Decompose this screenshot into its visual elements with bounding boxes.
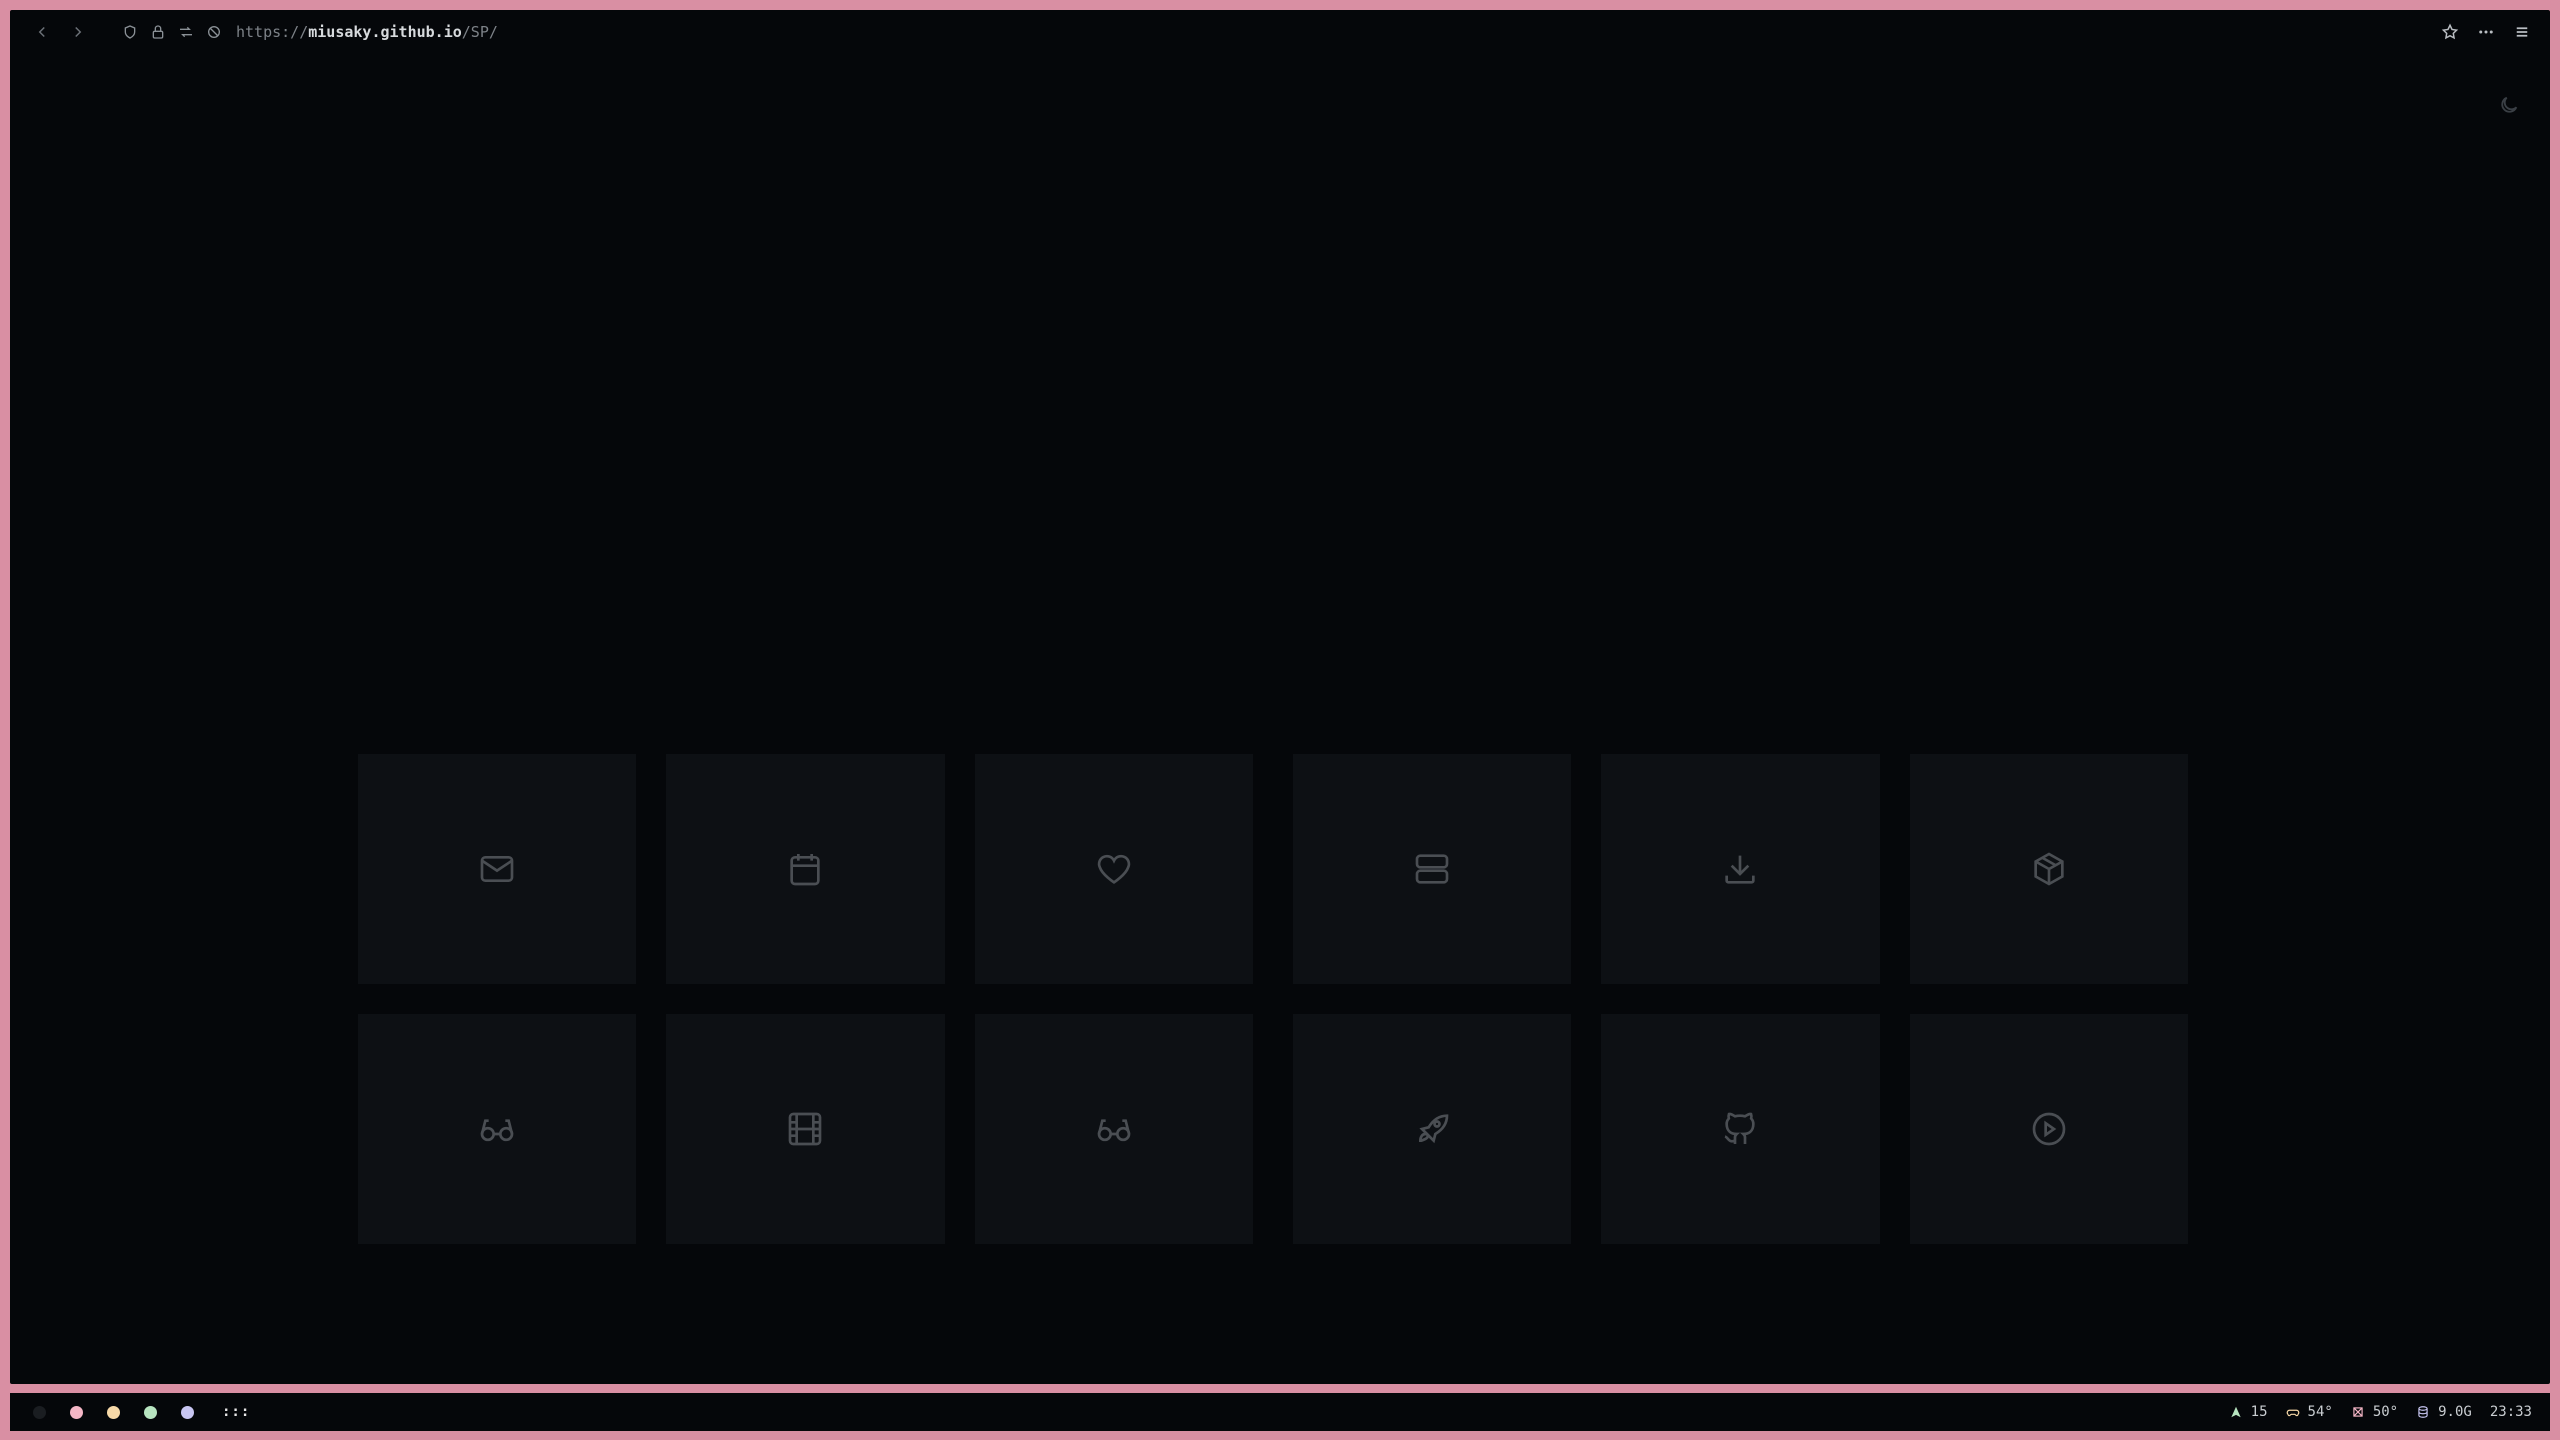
tile-play[interactable] [1909, 1014, 2188, 1244]
back-icon [38, 26, 45, 38]
star-icon [2441, 23, 2459, 40]
url-bar[interactable]: https://miusaky.github.io/SP/ [236, 23, 498, 41]
updates-count: 15 [2250, 1404, 2268, 1420]
server-icon [1415, 854, 1449, 884]
glasses-icon [1097, 1119, 1131, 1142]
workspace-indicators [18, 1405, 194, 1419]
updates-indicator[interactable]: 15 [2229, 1404, 2268, 1420]
play-circle-icon [2032, 1112, 2066, 1146]
more-button[interactable] [2468, 17, 2504, 47]
url-scheme: https:// [236, 23, 309, 41]
more-icon [2479, 30, 2493, 34]
nav-buttons [24, 17, 96, 47]
gpu-temp-indicator: 50° [2351, 1404, 2398, 1420]
permissions-icon[interactable] [178, 24, 194, 40]
workspace-dot[interactable] [181, 1405, 194, 1419]
package-icon [2034, 852, 2064, 886]
forward-icon [75, 26, 82, 38]
url-host: miusaky.github.io [308, 23, 462, 41]
mail-icon [480, 856, 514, 882]
rocket-icon [1419, 1114, 1449, 1144]
github-icon [1724, 1112, 1756, 1144]
glasses-icon [480, 1119, 514, 1142]
toolbar-right [2432, 17, 2540, 47]
forward-button[interactable] [60, 17, 96, 47]
status-right: 15 54° 50° 9.0G 23:33 [2229, 1393, 2532, 1431]
clock[interactable]: 23:33 [2490, 1404, 2532, 1420]
heart-icon [1097, 854, 1130, 884]
tile-glasses[interactable] [974, 1014, 1253, 1244]
workspace-dot[interactable] [107, 1405, 120, 1419]
tracking-icon[interactable] [206, 24, 222, 40]
back-button[interactable] [24, 17, 60, 47]
tile-row [358, 754, 2218, 984]
tile-package[interactable] [1909, 754, 2188, 984]
clock-time: 23:33 [2489, 1404, 2532, 1420]
gpu-temp-value: 50° [2372, 1404, 2399, 1420]
gamepad-icon [2286, 1409, 2299, 1417]
tile-rocket[interactable] [1292, 1014, 1572, 1244]
moon-icon [2501, 96, 2518, 113]
url-path: /SP/ [461, 23, 498, 41]
tile-glasses[interactable] [358, 1014, 637, 1244]
cpu-temp-value: 54° [2307, 1404, 2333, 1420]
tile-github[interactable] [1601, 1014, 1880, 1244]
tile-heart[interactable] [974, 754, 1253, 984]
shield-icon[interactable] [122, 24, 138, 40]
download-icon [1725, 855, 1756, 884]
workspace-dot[interactable] [70, 1405, 83, 1419]
bookmark-button[interactable] [2432, 17, 2468, 47]
workspace-dot[interactable] [33, 1405, 46, 1419]
cpu-temp-indicator: 54° [2286, 1404, 2333, 1420]
database-icon [2418, 1406, 2428, 1418]
bookmark-tile-grid [358, 754, 2218, 1274]
menu-button[interactable] [2504, 17, 2540, 47]
arrow-up-icon [2231, 1406, 2241, 1418]
tile-film[interactable] [666, 1014, 945, 1244]
browser-toolbar: https://miusaky.github.io/SP/ [10, 10, 2550, 54]
tile-row [358, 1014, 2218, 1244]
memory-indicator: 9.0G [2416, 1404, 2472, 1420]
workspace-label: ::: [222, 1404, 251, 1420]
film-icon [789, 1112, 822, 1146]
memory-value: 9.0G [2438, 1404, 2472, 1420]
calendar-icon [790, 854, 821, 886]
chip-icon [2353, 1407, 2363, 1417]
menu-icon [2516, 27, 2528, 37]
tile-calendar[interactable] [666, 754, 945, 984]
system-status-bar: ::: 15 54° 50° 9.0G 23:33 [10, 1393, 2550, 1431]
browser-window: https://miusaky.github.io/SP/ [10, 10, 2550, 1384]
tile-mail[interactable] [358, 754, 637, 984]
tile-download[interactable] [1601, 754, 1880, 984]
lock-icon[interactable] [150, 24, 166, 40]
tile-server[interactable] [1292, 754, 1572, 984]
theme-toggle-button[interactable] [2498, 94, 2522, 118]
site-security-indicators [122, 24, 222, 40]
workspace-dot[interactable] [144, 1405, 157, 1419]
